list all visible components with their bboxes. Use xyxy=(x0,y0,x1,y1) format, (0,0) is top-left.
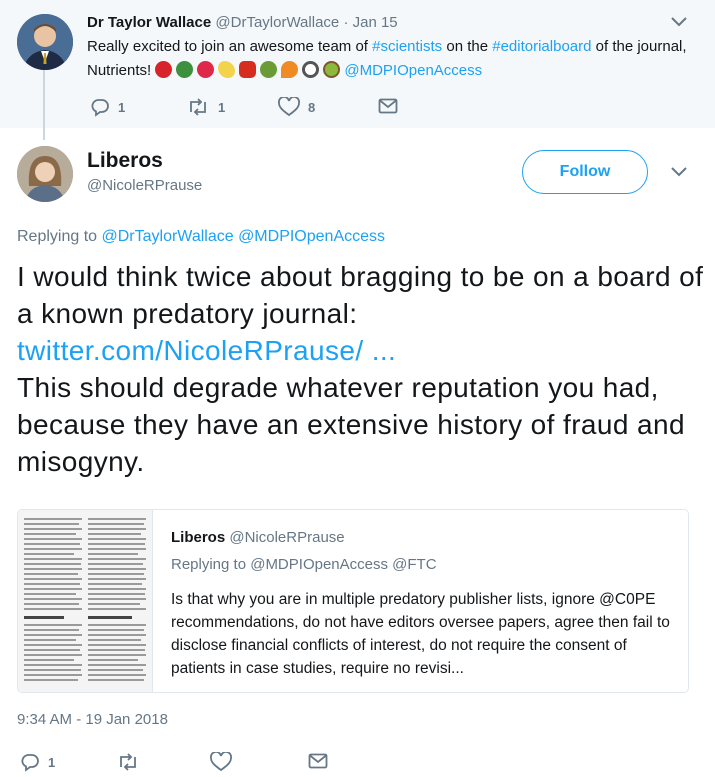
retweet-count: 1 xyxy=(218,99,226,115)
tweet-link[interactable]: twitter.com/NicoleRPrause/ ... xyxy=(17,332,707,369)
avocado-emoji xyxy=(260,61,278,78)
replying-mentions[interactable]: @DrTaylorWallace @MDPIOpenAccess xyxy=(102,228,386,245)
text-segment: on the xyxy=(442,38,493,55)
mention-mdpi[interactable]: @MDPIOpenAccess xyxy=(344,62,482,79)
hashtag-editorialboard[interactable]: #editorialboard xyxy=(492,38,591,55)
quoted-tweet[interactable]: Liberos @NicoleRPrause Replying to @MDPI… xyxy=(17,509,689,693)
hashtag-scientists[interactable]: #scientists xyxy=(372,38,442,55)
reply-icon xyxy=(91,99,109,117)
quoted-author: Liberos @NicoleRPrause xyxy=(171,528,345,548)
tweet-text: I would think twice about bragging to be… xyxy=(17,258,707,480)
quoted-author-name: Liberos xyxy=(171,529,226,546)
heart-icon xyxy=(210,752,232,772)
author-handle[interactable]: @DrTaylorWallace xyxy=(215,14,339,31)
pepper-emoji xyxy=(239,61,257,78)
chevron-down-icon[interactable] xyxy=(670,16,688,28)
replying-to: Replying to @DrTaylorWallace @MDPIOpenAc… xyxy=(17,226,385,248)
author-name[interactable]: Dr Taylor Wallace xyxy=(87,14,211,31)
quoted-author-handle: @NicoleRPrause xyxy=(229,529,345,546)
tweet-text: Really excited to join an awesome team o… xyxy=(87,35,687,83)
avatar[interactable] xyxy=(17,146,73,202)
broccoli-emoji xyxy=(176,61,194,78)
author-handle[interactable]: @NicoleRPrause xyxy=(87,176,202,196)
avatar[interactable] xyxy=(17,14,73,70)
thread-connector xyxy=(43,70,45,140)
retweet-icon xyxy=(190,98,206,116)
quoted-text: Is that why you are in multiple predator… xyxy=(171,591,670,677)
parent-tweet[interactable]: Dr Taylor Wallace @DrTaylorWallace · Jan… xyxy=(0,0,715,140)
tweet-timestamp[interactable]: 9:34 AM - 19 Jan 2018 xyxy=(17,710,168,730)
author-name[interactable]: Liberos xyxy=(87,148,163,174)
chevron-down-icon[interactable] xyxy=(670,166,688,178)
message-button[interactable] xyxy=(378,97,398,115)
like-button[interactable] xyxy=(210,752,232,772)
text-paragraph-2: This should degrade whatever reputation … xyxy=(17,372,685,477)
reply-button[interactable]: 1 xyxy=(20,752,55,772)
quoted-image xyxy=(18,510,153,692)
reply-count: 1 xyxy=(118,99,126,115)
separator: · xyxy=(343,14,349,31)
kiwi-emoji xyxy=(323,61,341,78)
retweet-icon xyxy=(120,753,136,771)
retweet-button[interactable] xyxy=(116,752,140,772)
strawberry-emoji xyxy=(197,61,215,78)
mail-icon xyxy=(378,98,398,114)
text-segment: Really excited to join an awesome team o… xyxy=(87,38,373,55)
heart-icon xyxy=(278,97,300,117)
apple-emoji xyxy=(155,61,173,78)
reply-count: 1 xyxy=(48,754,56,770)
quoted-replying-to: Replying to @MDPIOpenAccess @FTC xyxy=(171,556,437,573)
tweet-date[interactable]: Jan 15 xyxy=(353,14,398,31)
text-paragraph-1: I would think twice about bragging to be… xyxy=(17,261,704,329)
reply-icon xyxy=(21,754,39,772)
tweet-header: Dr Taylor Wallace @DrTaylorWallace · Jan… xyxy=(87,13,398,33)
banana-emoji xyxy=(218,61,236,78)
message-button[interactable] xyxy=(308,752,328,770)
replying-prefix: Replying to xyxy=(17,228,102,245)
retweet-button[interactable]: 1 xyxy=(186,97,225,117)
magnifier-emoji xyxy=(302,61,320,78)
like-count: 8 xyxy=(308,99,316,115)
mail-icon xyxy=(308,753,328,769)
follow-button[interactable]: Follow xyxy=(522,150,648,194)
carrot-emoji xyxy=(281,61,299,78)
reply-button[interactable]: 1 xyxy=(90,97,125,117)
like-button[interactable]: 8 xyxy=(278,97,315,117)
